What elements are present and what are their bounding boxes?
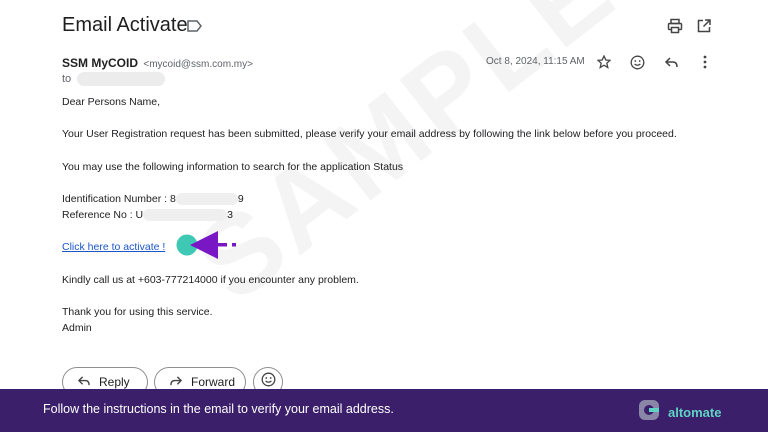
support-message: Kindly call us at +603-777214000 if you …	[62, 274, 359, 286]
identification-suffix: 9	[237, 193, 244, 205]
recipient-line: to	[62, 72, 166, 86]
star-icon[interactable]	[596, 54, 612, 70]
sender-name: SSM MyCOID	[62, 56, 139, 70]
altomate-logo-icon	[638, 399, 660, 426]
instruction-banner: Follow the instructions in the email to …	[0, 389, 768, 432]
identification-redacted	[175, 193, 238, 205]
search-info-message: You may use the following information to…	[62, 161, 404, 173]
recipient-redacted	[77, 72, 166, 86]
reference-number: Reference No : U 3	[62, 209, 233, 221]
pointer-arrow-icon	[188, 229, 242, 266]
email-subject: Email Activate	[62, 14, 188, 36]
reference-label: Reference No : U	[62, 209, 144, 221]
sender-email: <mycoid@ssm.com.my>	[143, 59, 253, 70]
reference-suffix: 3	[227, 209, 233, 221]
emoji-icon[interactable]	[629, 54, 645, 70]
open-in-new-icon[interactable]	[695, 17, 713, 35]
email-date: Oct 8, 2024, 11:15 AM	[486, 56, 585, 67]
reference-redacted	[143, 209, 228, 221]
registration-message: Your User Registration request has been …	[62, 128, 677, 140]
signature: Admin	[62, 322, 92, 334]
instruction-text: Follow the instructions in the email to …	[43, 402, 394, 416]
reply-icon	[77, 375, 91, 390]
identification-number: Identification Number : 8 9	[62, 193, 244, 205]
more-vert-icon[interactable]	[697, 54, 713, 70]
sender-line: SSM MyCOID <mycoid@ssm.com.my>	[62, 56, 253, 70]
activate-link[interactable]: Click here to activate !	[62, 241, 165, 253]
reply-label: Reply	[99, 375, 130, 389]
brand-logo: altomate	[638, 399, 721, 426]
forward-label: Forward	[191, 375, 236, 389]
greeting: Dear Persons Name,	[62, 96, 161, 108]
print-icon[interactable]	[666, 17, 684, 35]
to-label: to	[62, 73, 72, 85]
identification-label: Identification Number : 8	[62, 193, 176, 205]
thanks-message: Thank you for using this service.	[62, 306, 213, 318]
label-icon[interactable]	[187, 19, 203, 37]
forward-icon	[169, 375, 183, 390]
brand-name: altomate	[668, 405, 722, 420]
reply-icon[interactable]	[663, 54, 679, 70]
